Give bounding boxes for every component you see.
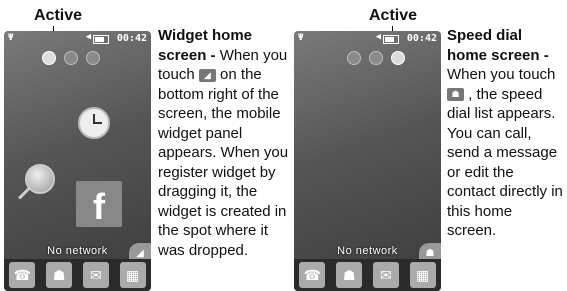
active-label: Active bbox=[369, 7, 418, 24]
widget-toggle-inline-icon: ◢ bbox=[198, 68, 216, 82]
status-bar: Ψ ◀ 00:42 bbox=[294, 31, 441, 47]
clock-time: 00:42 bbox=[116, 33, 147, 44]
battery-icon bbox=[383, 35, 399, 44]
signal-icon: Ψ bbox=[298, 33, 304, 43]
mode-indicator-speed-dial-active[interactable] bbox=[391, 51, 405, 65]
contacts-icon[interactable]: ☗ bbox=[336, 262, 363, 288]
mode-indicator-widget-active[interactable] bbox=[42, 51, 56, 65]
phone-screen-speed-dial: Ψ ◀ 00:42 No network ☗ ☎ ☗ ✉ ▦ bbox=[294, 31, 441, 291]
signal-icon: Ψ bbox=[8, 33, 14, 43]
dock-bar: ☎ ☗ ✉ ▦ bbox=[4, 259, 151, 291]
widget-text-part2: on the bottom right of the screen, the m… bbox=[158, 66, 289, 259]
volume-icon: ◀ bbox=[375, 32, 381, 42]
speed-dial-text-part1: When you touch bbox=[447, 66, 556, 83]
battery-icon bbox=[93, 35, 109, 44]
menu-icon[interactable]: ▦ bbox=[409, 262, 436, 288]
speed-dial-text-part2: , the speed dial list appears. You can c… bbox=[447, 85, 563, 240]
phone-icon[interactable]: ☎ bbox=[9, 262, 36, 288]
mode-indicator-widget[interactable] bbox=[347, 51, 361, 65]
volume-icon: ◀ bbox=[85, 32, 91, 42]
menu-icon[interactable]: ▦ bbox=[119, 262, 146, 288]
message-icon[interactable]: ✉ bbox=[372, 262, 399, 288]
status-bar: Ψ ◀ 00:42 bbox=[4, 31, 151, 47]
phone-screen-widget: Ψ ◀ 00:42 f No network ◢ ☎ ☗ ✉ ▦ bbox=[4, 31, 151, 291]
speed-dial-description: Speed dial home screen - When you touch … bbox=[447, 26, 565, 241]
search-widget-icon[interactable] bbox=[25, 164, 55, 194]
speed-dial-inline-icon: ☗ bbox=[447, 88, 464, 102]
clock-widget-icon[interactable] bbox=[78, 107, 110, 139]
contacts-icon[interactable]: ☗ bbox=[46, 262, 73, 288]
mode-indicator-speed-dial[interactable] bbox=[86, 51, 100, 65]
widget-description: Widget home screen - When you touch ◢ on… bbox=[158, 26, 289, 260]
facebook-widget-icon[interactable]: f bbox=[76, 181, 122, 227]
active-label: Active bbox=[34, 7, 83, 24]
dock-bar: ☎ ☗ ✉ ▦ bbox=[294, 259, 441, 291]
mode-indicator-2[interactable] bbox=[369, 51, 383, 65]
phone-icon[interactable]: ☎ bbox=[299, 262, 326, 288]
speed-dial-title: Speed dial home screen - bbox=[447, 27, 549, 64]
mode-indicator-2[interactable] bbox=[64, 51, 78, 65]
message-icon[interactable]: ✉ bbox=[82, 262, 109, 288]
clock-time: 00:42 bbox=[406, 33, 437, 44]
